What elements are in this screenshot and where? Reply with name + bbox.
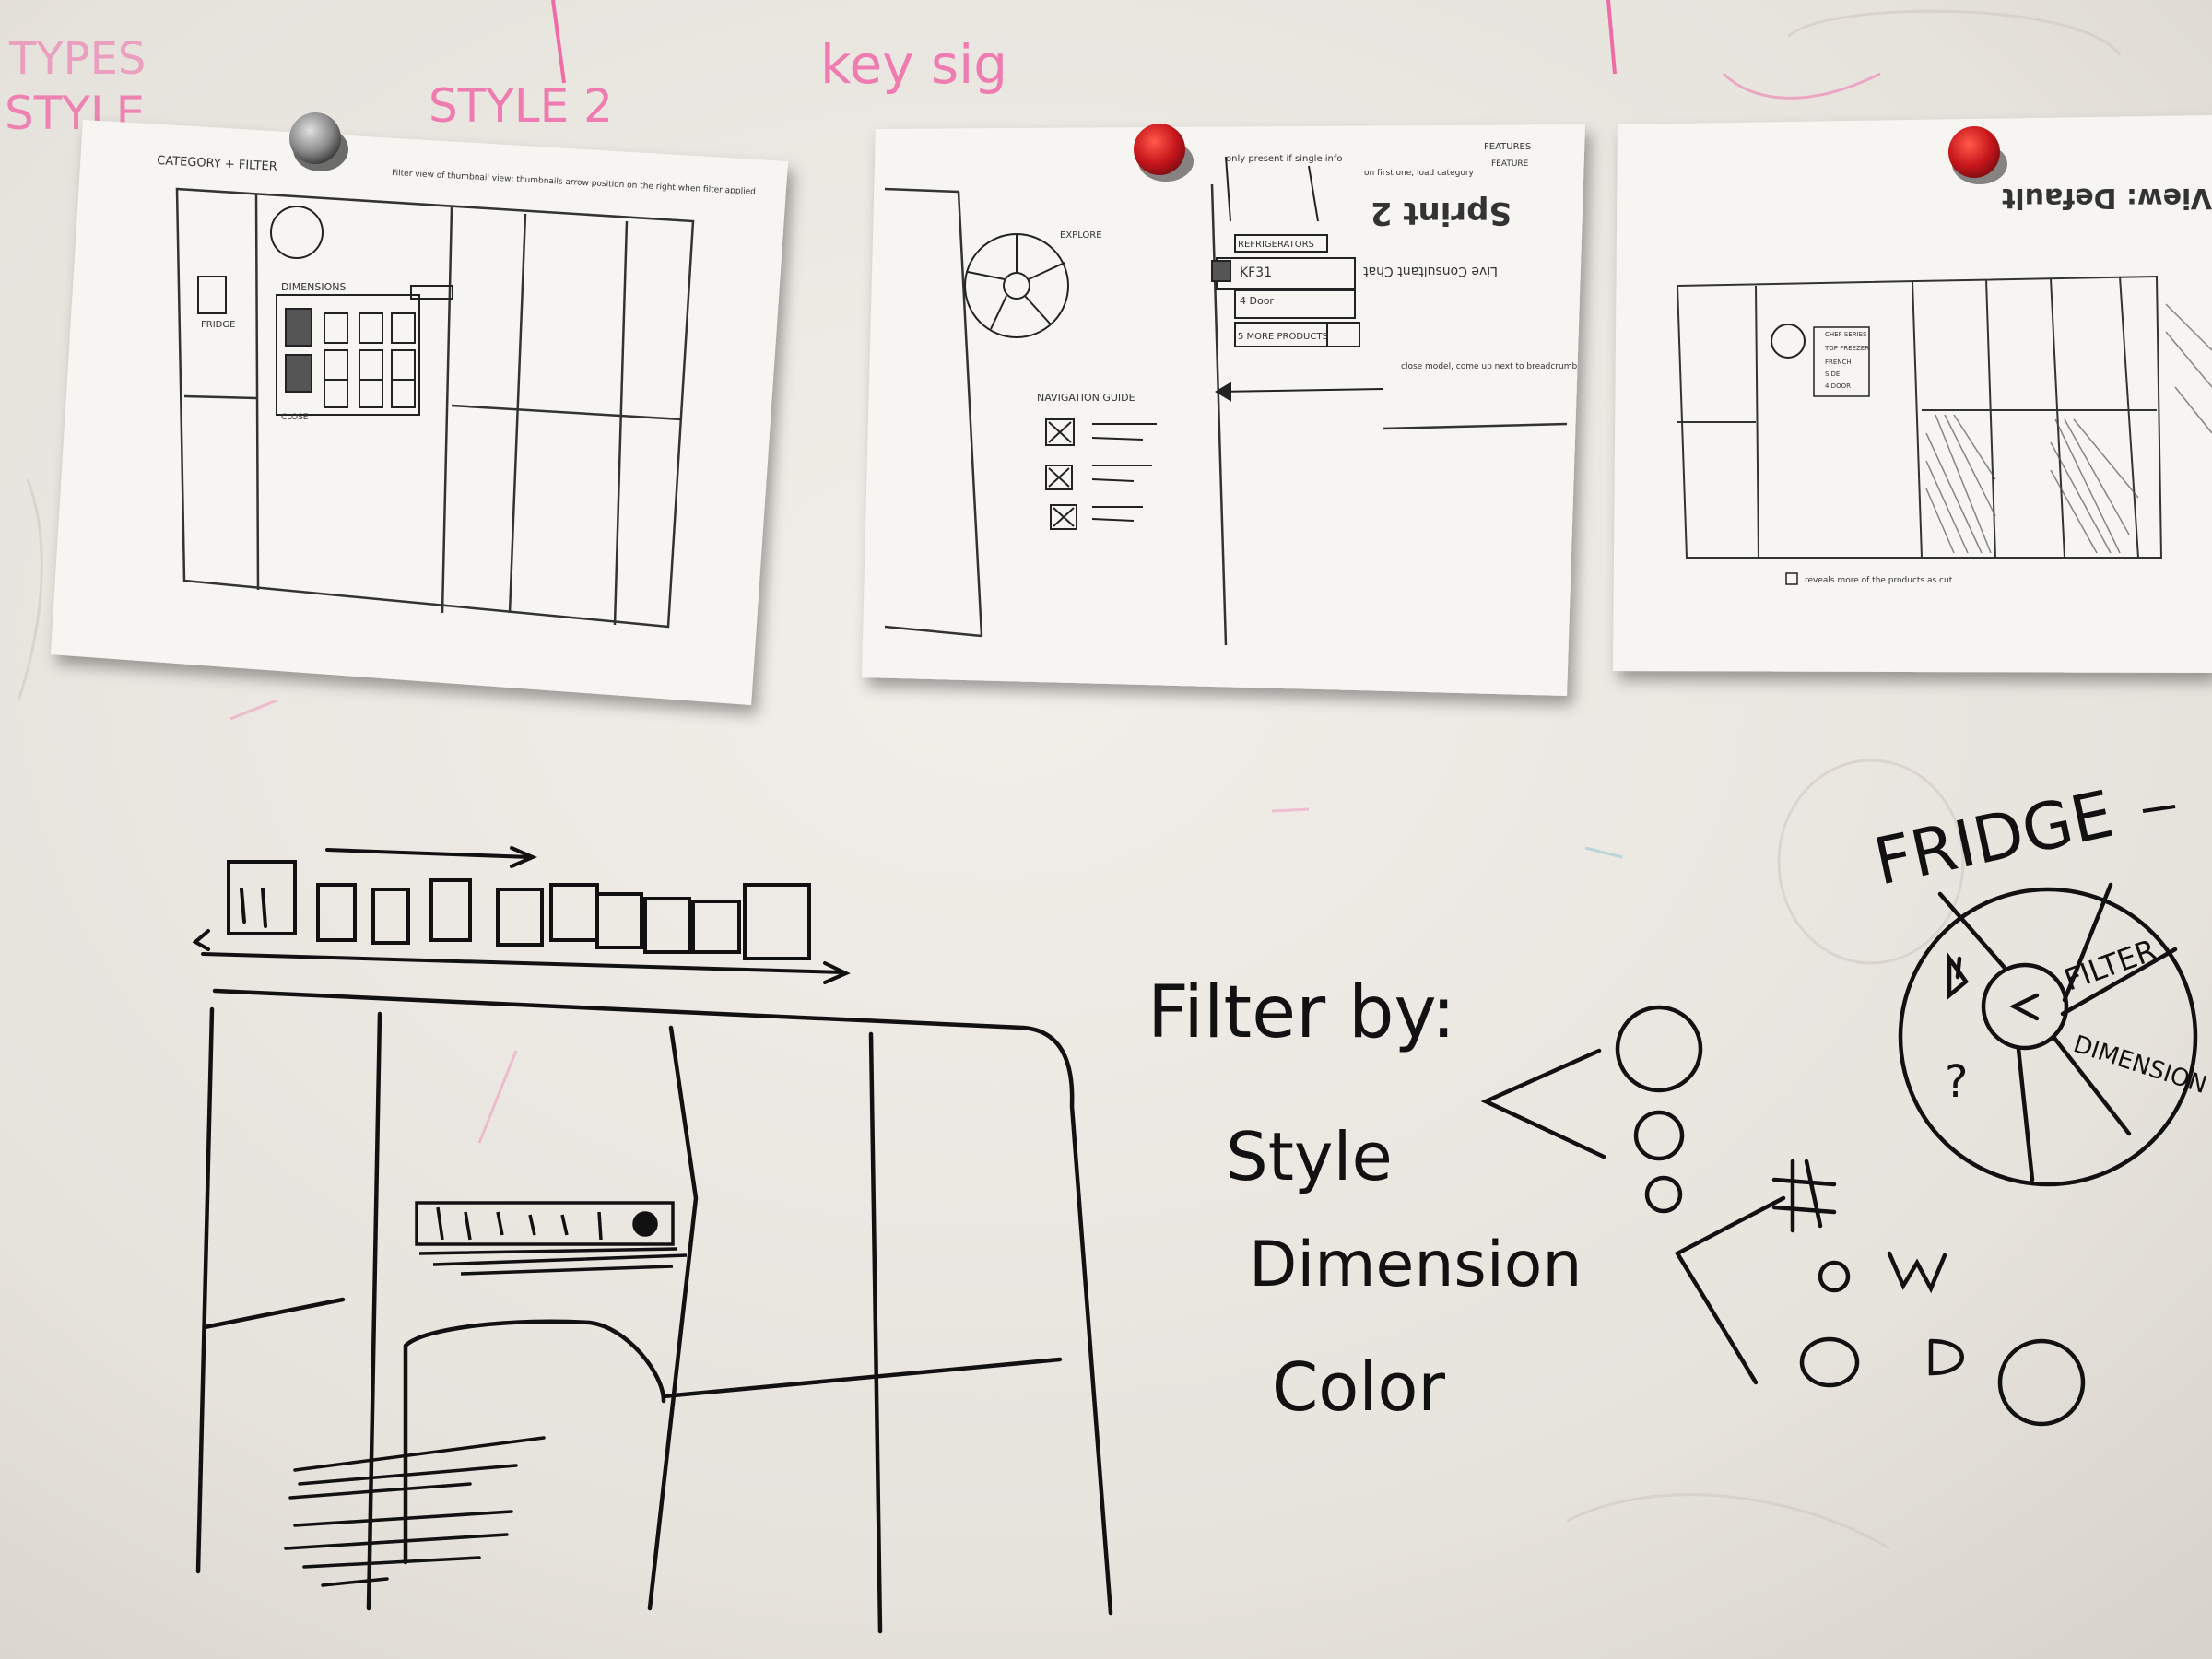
paper-middle-explore: EXPLORE (1060, 230, 1102, 241)
paper-left: DIMENSIONS FRIDGE CLOSE CATEGORY + FILTE… (51, 120, 788, 705)
paper-right-chip4: SIDE (1825, 371, 1840, 378)
paper-left-dimensions: DIMENSIONS (281, 281, 346, 293)
wheel-question-mark: ? (1945, 1056, 1968, 1108)
filter-option-dimension: Dimension (1249, 1229, 1582, 1301)
paper-middle-watermark-sub: Live Consultant Chat (1363, 264, 1498, 278)
paper-middle-feature-btn: FEATURE (1491, 159, 1529, 169)
paper-left-fridge: FRIDGE (201, 320, 235, 330)
paper-left-close: CLOSE (281, 413, 309, 422)
paper-middle: Sprint 2 Live Consultant Chat EXPLORE RE… (862, 124, 1585, 696)
paper-middle-more: 5 MORE PRODUCTS (1238, 332, 1328, 342)
paper-middle-watermark: Sprint 2 (1371, 194, 1512, 231)
paper-middle-refrigerators: REFRIGERATORS (1238, 240, 1314, 250)
paper-middle-first-one: on first one, load category (1364, 169, 1475, 178)
paper-middle-item1: KF31 (1240, 265, 1272, 280)
paper-middle-close-hint: close model, come up next to breadcrumb (1401, 362, 1577, 371)
scrawl-keys: key sig (820, 33, 1007, 96)
paper-right-chip2: TOP FREEZER (1824, 345, 1869, 352)
scrawl-types: TYPES (8, 33, 146, 85)
paper-right-footer-note: reveals more of the products as cut (1805, 576, 1953, 585)
paper-middle-note: only present if single info (1226, 154, 1343, 164)
scrawl-style2: STYLE 2 (429, 79, 613, 133)
filter-by-heading: Filter by: (1147, 971, 1455, 1054)
paper-middle-nav-guide: NAVIGATION GUIDE (1037, 392, 1135, 404)
paper-right-chip1: CHEF SERIES (1825, 331, 1867, 338)
filter-option-color: Color (1272, 1348, 1445, 1426)
filter-option-style: Style (1226, 1118, 1393, 1195)
paper-right-watermark: View: Default (2002, 182, 2212, 214)
paper-right: View: Default CHEF SERIES TOP FREEZER FR… (1613, 115, 2212, 673)
whiteboard-photo: TYPES STYLE STYLE 2 key sig DIMENSIONS F… (0, 0, 2212, 1659)
paper-right-chip3: FRENCH (1825, 359, 1852, 366)
paper-middle-item2: 4 Door (1240, 295, 1274, 307)
paper-right-chip5: 4 DOOR (1825, 382, 1851, 390)
paper-middle-features: FEATURES (1484, 142, 1531, 152)
